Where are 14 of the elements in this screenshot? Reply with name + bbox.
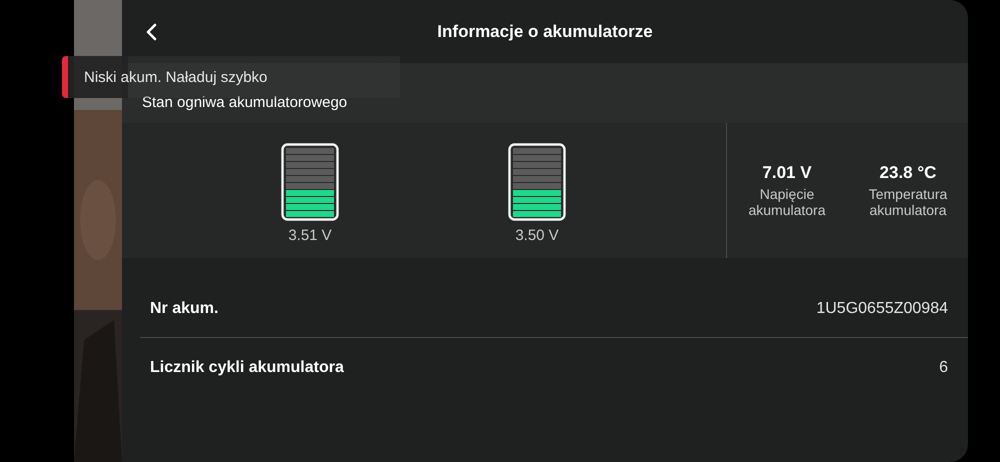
back-icon[interactable]: [145, 23, 157, 41]
row-label: Licznik cykli akumulatora: [150, 359, 344, 377]
panel-title: Informacje o akumulatorze: [437, 22, 653, 42]
row-value: 1U5G0655Z00984: [816, 300, 948, 318]
stat-label: Temperatura akumulatora: [868, 187, 948, 218]
stat-value: 23.8 °C: [880, 163, 936, 184]
cell-voltage: 3.50 V: [515, 227, 559, 244]
row-value: 6: [939, 359, 948, 377]
stat-label: Napięcie akumulatora: [747, 187, 827, 218]
row-label: Nr akum.: [150, 300, 218, 318]
stat-value: 7.01 V: [762, 163, 812, 184]
notification-text: Niski akum. Naładuj szybko: [84, 68, 268, 86]
cell-voltage: 3.51 V: [288, 227, 332, 244]
section-title: Stan ogniwa akumulatorowego: [142, 94, 348, 111]
